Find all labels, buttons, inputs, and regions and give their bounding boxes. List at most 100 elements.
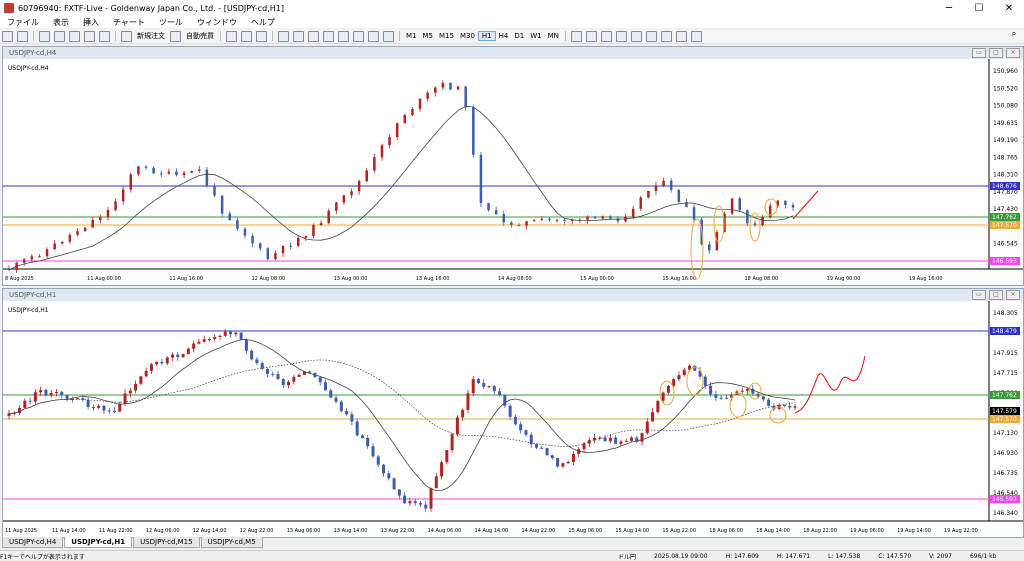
chart-shift-icon[interactable]	[338, 30, 349, 42]
candle-body	[198, 169, 201, 171]
candle-body	[144, 370, 148, 377]
auto-trading-button[interactable]: 自動売買	[183, 31, 217, 41]
candle-body	[487, 386, 491, 388]
trendline-icon[interactable]	[630, 30, 642, 42]
chart-window-h4[interactable]: USDJPY-cd,H4 ▭ □ × USDJPY-cd,H4 150.960 15…	[2, 46, 1024, 286]
h4-chart[interactable]: USDJPY-cd,H4 150.960 150.520 150.080 149.635…	[3, 59, 1023, 285]
maximize-icon[interactable]: ☐	[964, 3, 994, 14]
channel-icon[interactable]	[645, 30, 657, 42]
candle-body	[550, 455, 554, 459]
terminal-icon[interactable]	[84, 30, 95, 42]
candle-body	[767, 399, 771, 406]
menu-tools[interactable]: ツール	[152, 17, 190, 28]
candle-body	[498, 391, 502, 395]
time-tick-label: 12 Aug 14:00	[193, 528, 227, 534]
search-icon[interactable]: ⌕	[1004, 29, 1024, 43]
candle-body	[128, 390, 132, 394]
timeframe-m5[interactable]: M5	[420, 32, 437, 40]
candle-body	[651, 412, 655, 422]
restore-icon[interactable]: ▭	[972, 290, 986, 300]
minimize-icon[interactable]: ─	[934, 3, 964, 14]
periods-icon[interactable]	[368, 30, 379, 42]
candle-body	[236, 220, 239, 229]
new-chart-icon[interactable]	[2, 30, 13, 42]
menu-window[interactable]: ウィンドウ	[190, 17, 244, 28]
candle-body	[176, 354, 180, 358]
candle-body	[761, 396, 765, 400]
maximize-icon[interactable]: □	[989, 48, 1003, 58]
candle-body	[250, 350, 254, 360]
tester-icon[interactable]	[99, 30, 110, 42]
zoom-in-icon[interactable]	[278, 30, 289, 42]
chart-window-h1[interactable]: USDJPY-cd,H1 ▭ □ × USDJPY-cd,H1 148.305 14…	[2, 288, 1024, 538]
tile-windows-icon[interactable]	[308, 30, 319, 42]
editor-icon[interactable]	[170, 30, 181, 42]
price-tick-label: 149.190	[993, 137, 1018, 144]
arrow-tool-icon[interactable]	[690, 30, 702, 42]
candle-body	[38, 256, 41, 258]
zoom-out-icon[interactable]	[293, 30, 304, 42]
candle-body	[738, 198, 741, 211]
timeframe-mn[interactable]: MN	[545, 32, 562, 40]
candle-body	[312, 224, 315, 236]
chart-symbol-label: USDJPY-cd,H4	[8, 65, 49, 72]
fibonacci-icon[interactable]	[660, 30, 672, 42]
candle-body	[476, 379, 480, 384]
profiles-icon[interactable]	[17, 30, 28, 42]
maximize-icon[interactable]: □	[989, 290, 1003, 300]
horizontal-line-icon[interactable]	[615, 30, 627, 42]
candlestick-icon[interactable]	[241, 30, 252, 42]
restore-icon[interactable]: ▭	[972, 48, 986, 58]
timeframe-h4[interactable]: H4	[496, 32, 512, 40]
candle-body	[703, 376, 707, 386]
menu-help[interactable]: ヘルプ	[244, 17, 282, 28]
candle-body	[228, 213, 231, 221]
auto-scroll-icon[interactable]	[323, 30, 334, 42]
data-window-icon[interactable]	[54, 30, 65, 42]
menu-file[interactable]: ファイル	[0, 17, 46, 28]
vertical-line-icon[interactable]	[600, 30, 612, 42]
market-watch-icon[interactable]	[39, 30, 50, 42]
indicators-icon[interactable]	[353, 30, 364, 42]
menu-chart[interactable]: チャート	[106, 17, 152, 28]
tab-usdjpy-h4[interactable]: USDJPY-cd,H4	[2, 537, 64, 548]
resistance-line-label: 148.676	[992, 183, 1017, 190]
timeframe-m15[interactable]: M15	[436, 32, 457, 40]
navigator-icon[interactable]	[69, 30, 80, 42]
timeframe-d1[interactable]: D1	[511, 32, 527, 40]
line-chart-icon[interactable]	[256, 30, 267, 42]
new-order-icon[interactable]	[121, 30, 132, 42]
candle-body	[113, 410, 117, 412]
timeframe-m30[interactable]: M30	[457, 32, 478, 40]
candle-body	[190, 170, 193, 173]
close-icon[interactable]: ×	[1006, 48, 1020, 58]
candle-body	[429, 488, 433, 509]
crosshair-icon[interactable]	[585, 30, 597, 42]
price-tick-label: 150.080	[993, 103, 1018, 110]
timeframe-w1[interactable]: W1	[527, 32, 544, 40]
price-tick-label: 148.305	[993, 310, 1018, 317]
candle-body	[782, 404, 786, 406]
candle-body	[205, 169, 209, 186]
low-line-label: 146.593	[992, 496, 1017, 503]
close-icon[interactable]: ×	[1006, 290, 1020, 300]
time-tick-label: 14 Aug 08:00	[498, 276, 532, 282]
bar-chart-icon[interactable]	[226, 30, 237, 42]
menu-insert[interactable]: 挿入	[76, 17, 106, 28]
tab-usdjpy-m15[interactable]: USDJPY-cd,M15	[133, 537, 200, 548]
new-order-button[interactable]: 新規注文	[134, 31, 168, 41]
tab-usdjpy-h1[interactable]: USDJPY-cd,H1	[64, 537, 133, 548]
candle-body	[65, 395, 69, 399]
resistance-line-label: 148.479	[992, 328, 1017, 335]
h1-chart[interactable]: USDJPY-cd,H1148.305148.110147.915147.715…	[3, 301, 1023, 537]
timeframe-h1[interactable]: H1	[477, 31, 496, 41]
timeframe-m1[interactable]: M1	[403, 32, 420, 40]
close-icon[interactable]: ✕	[994, 3, 1024, 14]
cursor-icon[interactable]	[570, 30, 582, 42]
candle-body	[449, 82, 452, 90]
menu-view[interactable]: 表示	[46, 17, 76, 28]
chart-window-header: USDJPY-cd,H4 ▭ □ ×	[3, 47, 1023, 59]
templates-icon[interactable]	[383, 30, 394, 42]
text-tool-icon[interactable]	[675, 30, 687, 42]
tab-usdjpy-m5[interactable]: USDJPY-cd,M5	[200, 537, 263, 548]
